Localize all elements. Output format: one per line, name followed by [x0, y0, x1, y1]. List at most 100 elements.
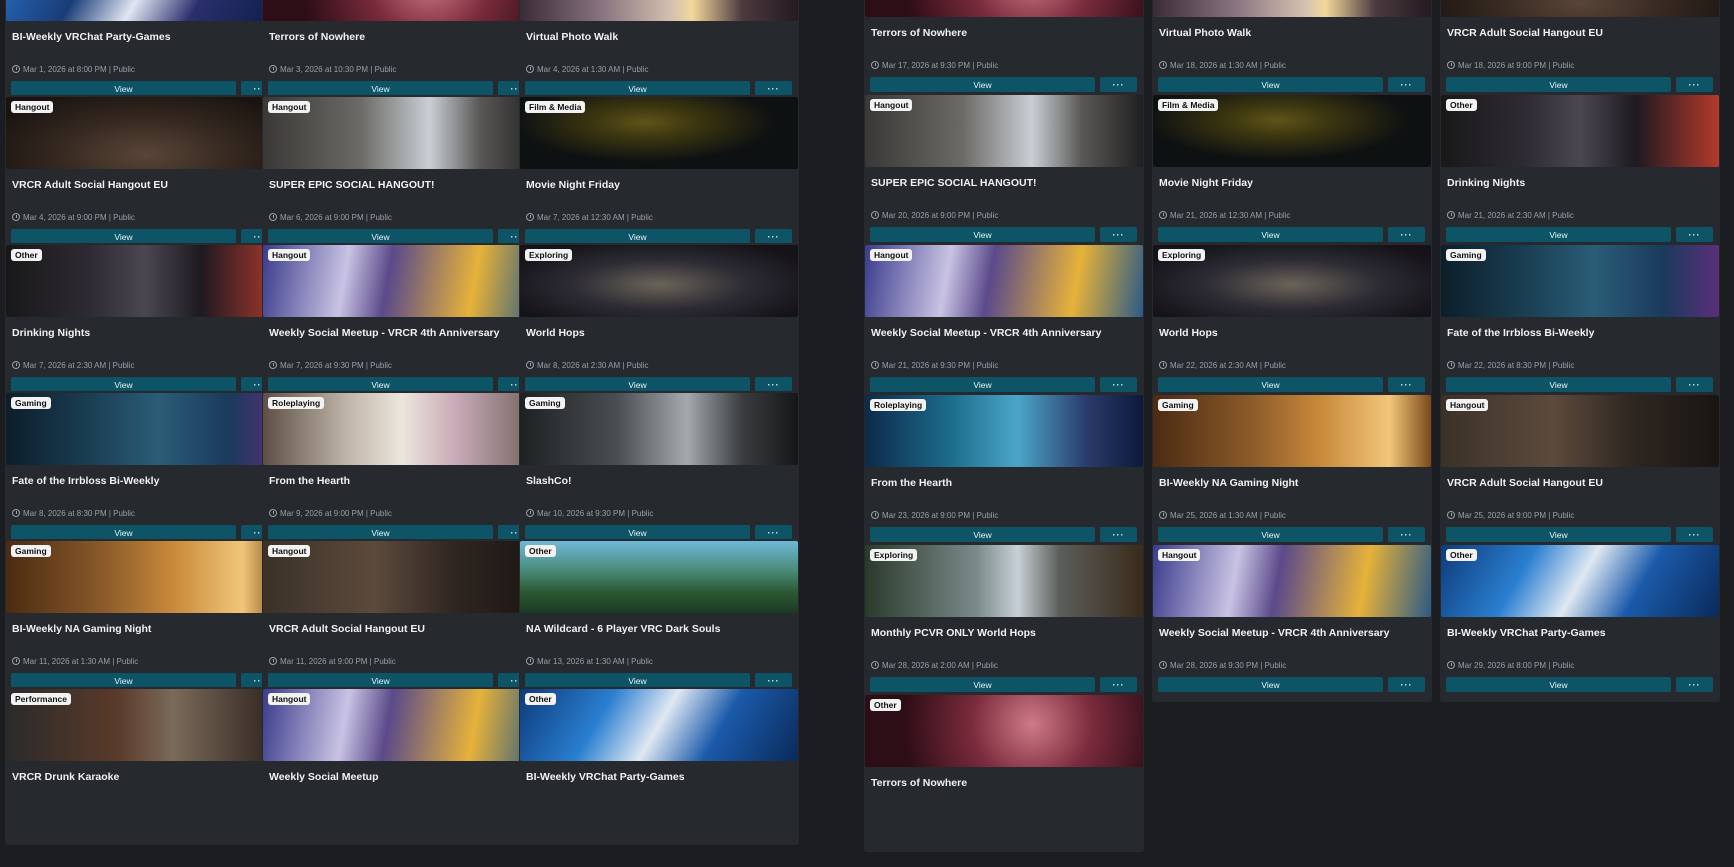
event-card[interactable]: Hangout Weekly Social Meetup - VRCR 4th A…	[262, 243, 542, 401]
event-title[interactable]: VRCR Adult Social Hangout EU	[12, 179, 279, 191]
more-options-button[interactable]: ···	[1100, 527, 1137, 542]
more-options-button[interactable]: ···	[1676, 677, 1713, 692]
event-card[interactable]: Roleplaying From the Hearth Mar 9, 2026 at…	[262, 391, 542, 549]
event-card[interactable]: VRCR Adult Social Hangout EU Mar 18, 2026…	[1440, 0, 1720, 102]
view-button[interactable]: View	[11, 81, 236, 96]
event-thumbnail[interactable]	[1441, 95, 1719, 167]
event-title[interactable]: Virtual Photo Walk	[1159, 27, 1426, 39]
event-title[interactable]: Weekly Social Meetup - VRCR 4th Annivers…	[871, 327, 1138, 339]
view-button[interactable]: View	[870, 377, 1095, 392]
event-card[interactable]: Exploring Monthly PCVR ONLY World Hops Mar…	[864, 543, 1144, 702]
view-button[interactable]: View	[268, 377, 493, 392]
event-title[interactable]: Fate of the Irrbloss Bi-Weekly	[12, 475, 279, 487]
event-title[interactable]: From the Hearth	[269, 475, 536, 487]
event-card[interactable]: BI-Weekly VRChat Party-Games Mar 1, 2026 …	[5, 0, 285, 105]
event-title[interactable]: Movie Night Friday	[1159, 177, 1426, 189]
view-button[interactable]: View	[870, 527, 1095, 542]
more-options-button[interactable]: ···	[1100, 227, 1137, 242]
more-options-button[interactable]: ···	[1388, 527, 1425, 542]
event-card[interactable]: Other NA Wildcard - 6 Player VRC Dark Sou…	[519, 539, 799, 697]
event-title[interactable]: Weekly Social Meetup	[269, 771, 536, 783]
more-options-button[interactable]: ···	[1676, 377, 1713, 392]
event-card[interactable]: Gaming Fate of the Irrbloss Bi-Weekly Mar …	[5, 391, 285, 549]
event-title[interactable]: VRCR Drunk Karaoke	[12, 771, 279, 783]
event-thumbnail[interactable]	[520, 541, 798, 613]
more-options-button[interactable]: ···	[755, 673, 792, 688]
event-card[interactable]: Hangout Weekly Social Meetup	[262, 687, 542, 845]
view-button[interactable]: View	[11, 377, 236, 392]
view-button[interactable]: View	[11, 229, 236, 244]
view-button[interactable]: View	[870, 77, 1095, 92]
event-card[interactable]: Terrors of Nowhere Mar 17, 2026 at 9:30 P…	[864, 0, 1144, 102]
event-title[interactable]: BI-Weekly NA Gaming Night	[1159, 477, 1426, 489]
more-options-button[interactable]: ···	[1100, 677, 1137, 692]
view-button[interactable]: View	[11, 673, 236, 688]
more-options-button[interactable]: ···	[1676, 227, 1713, 242]
event-title[interactable]: World Hops	[1159, 327, 1426, 339]
event-card[interactable]: Gaming BI-Weekly NA Gaming Night Mar 11, 2…	[5, 539, 285, 697]
event-title[interactable]: Terrors of Nowhere	[871, 27, 1138, 39]
event-card[interactable]: Film & Media Movie Night Friday Mar 21, 20…	[1152, 93, 1432, 252]
event-card[interactable]: Gaming Fate of the Irrbloss Bi-Weekly Mar …	[1440, 243, 1720, 402]
event-card[interactable]: Other BI-Weekly VRChat Party-Games	[519, 687, 799, 845]
view-button[interactable]: View	[1446, 527, 1671, 542]
event-title[interactable]: Terrors of Nowhere	[269, 31, 536, 43]
more-options-button[interactable]: ···	[1388, 227, 1425, 242]
event-thumbnail[interactable]	[1153, 0, 1431, 17]
event-thumbnail[interactable]	[865, 0, 1143, 17]
view-button[interactable]: View	[268, 673, 493, 688]
view-button[interactable]: View	[11, 525, 236, 540]
more-options-button[interactable]: ···	[1676, 527, 1713, 542]
event-card[interactable]: Hangout Weekly Social Meetup - VRCR 4th A…	[864, 243, 1144, 402]
event-title[interactable]: VRCR Adult Social Hangout EU	[1447, 477, 1714, 489]
event-card[interactable]: Virtual Photo Walk Mar 18, 2026 at 1:30 A…	[1152, 0, 1432, 102]
event-title[interactable]: VRCR Adult Social Hangout EU	[269, 623, 536, 635]
view-button[interactable]: View	[1158, 77, 1383, 92]
view-button[interactable]: View	[1446, 227, 1671, 242]
event-title[interactable]: From the Hearth	[871, 477, 1138, 489]
event-card[interactable]: Virtual Photo Walk Mar 4, 2026 at 1:30 AM…	[519, 0, 799, 105]
more-options-button[interactable]: ···	[1388, 677, 1425, 692]
view-button[interactable]: View	[1446, 377, 1671, 392]
event-title[interactable]: BI-Weekly NA Gaming Night	[12, 623, 279, 635]
view-button[interactable]: View	[1158, 527, 1383, 542]
more-options-button[interactable]: ···	[1100, 377, 1137, 392]
event-title[interactable]: VRCR Adult Social Hangout EU	[1447, 27, 1714, 39]
event-card[interactable]: Performance VRCR Drunk Karaoke	[5, 687, 285, 845]
view-button[interactable]: View	[1158, 677, 1383, 692]
event-card[interactable]: Gaming BI-Weekly NA Gaming Night Mar 25, 2…	[1152, 393, 1432, 552]
view-button[interactable]: View	[268, 81, 493, 96]
view-button[interactable]: View	[525, 377, 750, 392]
event-title[interactable]: NA Wildcard - 6 Player VRC Dark Souls	[526, 623, 793, 635]
more-options-button[interactable]: ···	[1388, 77, 1425, 92]
event-title[interactable]: Virtual Photo Walk	[526, 31, 793, 43]
event-title[interactable]: Drinking Nights	[12, 327, 279, 339]
view-button[interactable]: View	[870, 677, 1095, 692]
more-options-button[interactable]: ···	[1100, 77, 1137, 92]
view-button[interactable]: View	[1158, 377, 1383, 392]
event-title[interactable]: Fate of the Irrbloss Bi-Weekly	[1447, 327, 1714, 339]
view-button[interactable]: View	[268, 229, 493, 244]
event-title[interactable]: BI-Weekly VRChat Party-Games	[526, 771, 793, 783]
event-card[interactable]: Hangout VRCR Adult Social Hangout EU Mar 1…	[262, 539, 542, 697]
view-button[interactable]: View	[525, 229, 750, 244]
event-title[interactable]: Weekly Social Meetup - VRCR 4th Annivers…	[1159, 627, 1426, 639]
event-card[interactable]: Hangout SUPER EPIC SOCIAL HANGOUT! Mar 20,…	[864, 93, 1144, 252]
event-card[interactable]: Terrors of Nowhere Mar 3, 2026 at 10:30 P…	[262, 0, 542, 105]
more-options-button[interactable]: ···	[1388, 377, 1425, 392]
event-card[interactable]: Hangout VRCR Adult Social Hangout EU Mar 2…	[1440, 393, 1720, 552]
event-card[interactable]: Hangout VRCR Adult Social Hangout EU Mar 4…	[5, 95, 285, 253]
event-title[interactable]: SlashCo!	[526, 475, 793, 487]
event-card[interactable]: Exploring World Hops Mar 8, 2026 at 2:30 A…	[519, 243, 799, 401]
view-button[interactable]: View	[268, 525, 493, 540]
view-button[interactable]: View	[525, 673, 750, 688]
more-options-button[interactable]: ···	[755, 81, 792, 96]
event-card[interactable]: Hangout SUPER EPIC SOCIAL HANGOUT! Mar 6, …	[262, 95, 542, 253]
event-thumbnail[interactable]	[6, 0, 284, 21]
event-thumbnail[interactable]	[263, 0, 541, 21]
view-button[interactable]: View	[1158, 227, 1383, 242]
event-title[interactable]: BI-Weekly VRChat Party-Games	[12, 31, 279, 43]
event-card[interactable]: Other BI-Weekly VRChat Party-Games Mar 29,…	[1440, 543, 1720, 702]
event-thumbnail[interactable]	[520, 689, 798, 761]
event-title[interactable]: SUPER EPIC SOCIAL HANGOUT!	[871, 177, 1138, 189]
